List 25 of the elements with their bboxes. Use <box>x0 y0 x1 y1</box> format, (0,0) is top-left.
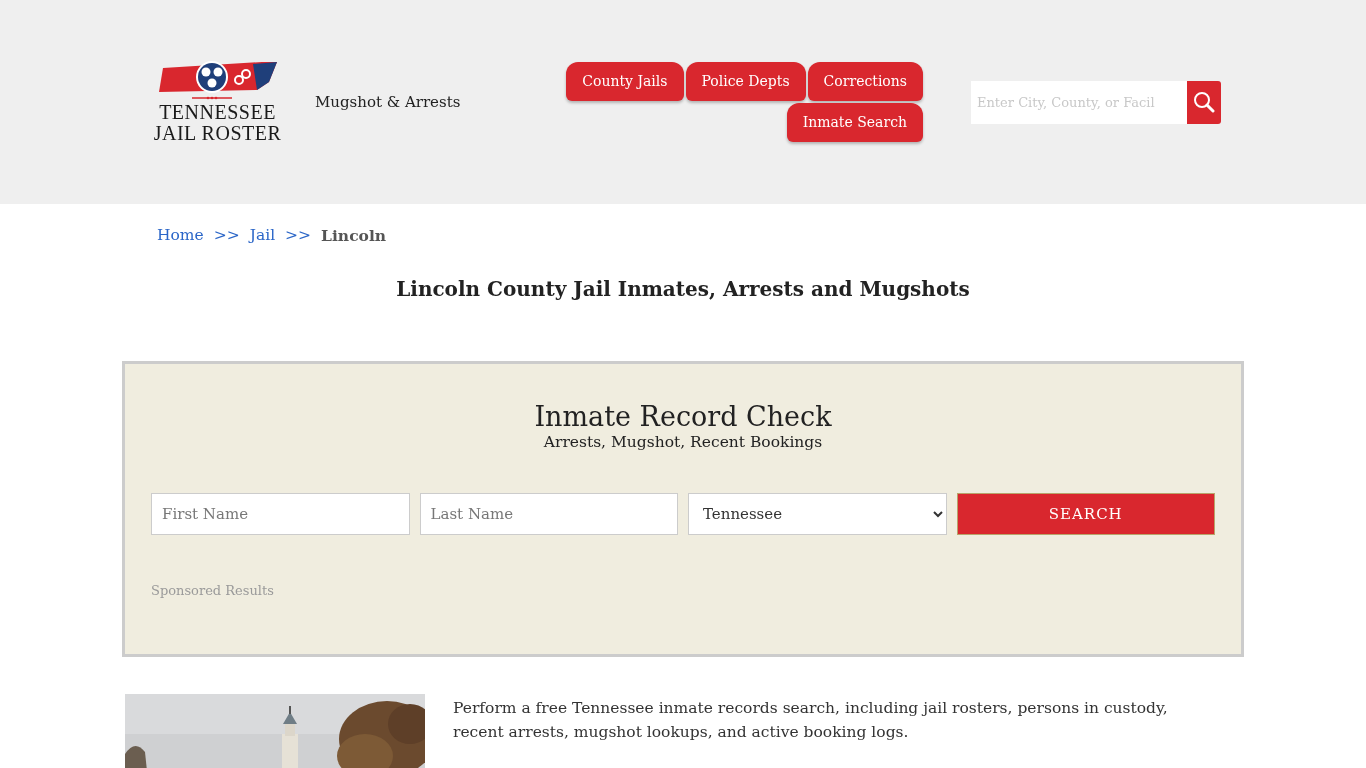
breadcrumb-link[interactable]: Jail <box>249 226 276 244</box>
breadcrumb-current: Lincoln <box>321 225 387 245</box>
site-logo[interactable]: TENNESSEE JAIL ROSTER <box>155 60 280 144</box>
breadcrumb-separator: >> <box>285 226 312 244</box>
nav-tab[interactable]: Police Depts <box>685 62 806 101</box>
nav-tab[interactable]: Corrections <box>807 62 923 101</box>
page-title: Lincoln County Jail Inmates, Arrests and Mugshots <box>395 277 971 303</box>
logo-text: JAIL ROSTER <box>153 123 282 144</box>
tennessee-map-icon <box>156 60 279 102</box>
breadcrumb-link[interactable]: Home <box>157 226 204 244</box>
panel-subtitle: Arrests, Mugshot, Recent Bookings <box>542 433 824 451</box>
search-icon <box>1193 91 1215 113</box>
panel-title: Inmate Record Check <box>533 401 833 433</box>
tagline: Mugshot & Arrests <box>315 93 462 111</box>
search-button[interactable]: SEARCH <box>956 493 1215 535</box>
sponsored-label: Sponsored Results <box>151 583 274 598</box>
first-name-field[interactable]: First Name <box>151 493 410 535</box>
search-button[interactable] <box>1187 80 1221 124</box>
breadcrumb-separator: >> <box>213 226 240 244</box>
nav-tab[interactable]: County Jails <box>566 62 684 101</box>
intro-paragraph: Perform a free Tennessee inmate records search, including jail rosters, persons in custody, recent arrests, mugshot lookups, and active booking logs. <box>453 698 1169 743</box>
state-dropdown[interactable]: Tennessee <box>688 493 947 535</box>
last-name-field[interactable]: Last Name <box>419 493 678 535</box>
logo-text: TENNESSEE <box>159 102 276 123</box>
nav-tab[interactable]: Inmate Search <box>786 103 923 142</box>
